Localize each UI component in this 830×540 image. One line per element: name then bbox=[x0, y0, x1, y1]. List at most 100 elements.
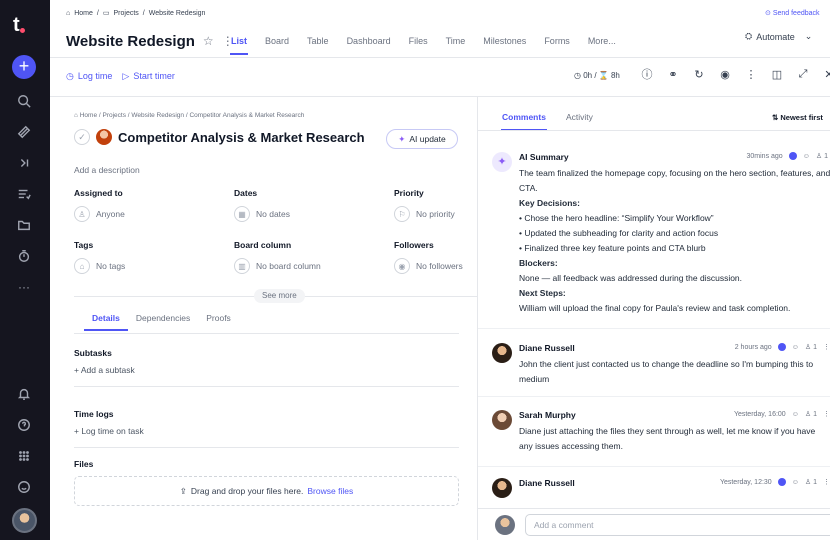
flag-icon: ⚐ bbox=[394, 206, 410, 222]
folder-icon[interactable] bbox=[15, 216, 33, 234]
assignee-field[interactable]: ♙ Anyone bbox=[74, 206, 125, 222]
status-dot bbox=[777, 343, 786, 351]
assignee-count[interactable]: ♙ 1 bbox=[805, 410, 817, 418]
tab-files[interactable]: Files bbox=[400, 27, 437, 55]
assignee-count[interactable]: ♙ 1 bbox=[805, 343, 817, 351]
breadcrumb-projects[interactable]: Projects bbox=[114, 10, 139, 17]
tab-proofs[interactable]: Proofs bbox=[198, 313, 239, 331]
timer-icon[interactable] bbox=[15, 247, 33, 265]
ai-summary-title: AI Summary bbox=[519, 152, 569, 162]
breadcrumb: ⌂ Home / ▭ Projects / Website Redesign bbox=[66, 9, 206, 18]
user-avatar[interactable] bbox=[12, 508, 37, 533]
emoji-icon[interactable]: ☺ bbox=[792, 479, 799, 486]
tags-label: Tags bbox=[74, 240, 94, 250]
breadcrumb-home[interactable]: Home bbox=[74, 10, 93, 17]
tab-dashboard[interactable]: Dashboard bbox=[338, 27, 400, 55]
more-icon[interactable]: ··· bbox=[15, 278, 33, 296]
tab-more[interactable]: More... bbox=[579, 27, 625, 55]
comment-author[interactable]: Diane Russell bbox=[519, 343, 575, 353]
refresh-icon[interactable]: ↻ bbox=[692, 66, 706, 82]
add-icon[interactable]: + bbox=[12, 55, 36, 79]
assignee-count[interactable]: ♙ 1 bbox=[805, 478, 817, 486]
task-title[interactable]: Competitor Analysis & Market Research bbox=[118, 130, 365, 145]
kebab-icon[interactable]: ⋮ bbox=[744, 66, 758, 82]
status-dot bbox=[788, 152, 797, 160]
app-logo[interactable]: t bbox=[13, 14, 25, 37]
decisions-title: Key Decisions: bbox=[519, 198, 580, 208]
user-icon: ♙ bbox=[74, 206, 90, 222]
plus-icon: + bbox=[74, 365, 81, 375]
dates-field[interactable]: ▦ No dates bbox=[234, 206, 290, 222]
kebab-icon[interactable]: ⋮ bbox=[823, 410, 830, 418]
play-icon: ▷ bbox=[122, 70, 130, 81]
bell-icon[interactable] bbox=[15, 385, 33, 403]
blockers-text: None — all feedback was addressed during… bbox=[519, 273, 743, 283]
comment-composer: Add a comment bbox=[478, 508, 830, 540]
collapse-icon[interactable] bbox=[15, 154, 33, 172]
apps-grid-icon[interactable] bbox=[15, 447, 33, 465]
log-time-button[interactable]: ◷ Log time bbox=[66, 71, 112, 82]
rocket-icon[interactable] bbox=[15, 123, 33, 141]
emoji-icon[interactable]: ☺ bbox=[792, 411, 799, 418]
tab-forms[interactable]: Forms bbox=[535, 27, 579, 55]
tab-milestones[interactable]: Milestones bbox=[474, 27, 535, 55]
comment-input[interactable]: Add a comment bbox=[525, 514, 830, 536]
eye-icon[interactable]: ◉ bbox=[718, 66, 732, 82]
automate-button[interactable]: ⛭ Automate ⌄ bbox=[745, 31, 812, 42]
blockers-title: Blockers: bbox=[519, 258, 558, 268]
ai-update-button[interactable]: ✦ AI update bbox=[386, 129, 458, 149]
board-column-field[interactable]: ▥ No board column bbox=[234, 258, 321, 274]
tags-field[interactable]: ⌂ No tags bbox=[74, 258, 125, 274]
tab-activity[interactable]: Activity bbox=[566, 112, 593, 131]
tab-table[interactable]: Table bbox=[298, 27, 338, 55]
kebab-icon[interactable]: ⋮ bbox=[823, 478, 830, 486]
browse-files-link[interactable]: Browse files bbox=[307, 486, 353, 496]
add-description[interactable]: Add a description bbox=[74, 165, 140, 175]
priority-field[interactable]: ⚐ No priority bbox=[394, 206, 455, 222]
start-timer-button[interactable]: ▷ Start timer bbox=[122, 71, 174, 82]
tab-comments[interactable]: Comments bbox=[501, 112, 547, 131]
decision-item: • Updated the subheading for clarity and… bbox=[519, 228, 719, 238]
expand-icon[interactable]: ⤢ bbox=[796, 66, 810, 82]
project-title: Website Redesign bbox=[66, 32, 195, 50]
info-icon[interactable]: ⓘ bbox=[640, 66, 654, 82]
see-more-button[interactable]: See more bbox=[254, 289, 305, 303]
avatar bbox=[492, 410, 512, 430]
followers-field[interactable]: ◉ No followers bbox=[394, 258, 463, 274]
folder-icon: ▭ bbox=[102, 10, 110, 17]
breadcrumb-current[interactable]: Website Redesign bbox=[149, 10, 206, 17]
panel-icon[interactable]: ◫ bbox=[770, 66, 784, 82]
ai-summary: ✦ AI Summary 30mins ago ☺ ♙ 1 The team f… bbox=[492, 152, 830, 313]
comment-time: 30mins ago bbox=[746, 152, 783, 160]
close-icon[interactable]: ✕ bbox=[822, 66, 830, 82]
tab-board[interactable]: Board bbox=[256, 27, 298, 55]
star-icon[interactable]: ☆ bbox=[203, 34, 214, 48]
sort-dropdown[interactable]: ⇅ Newest first bbox=[772, 113, 823, 122]
tab-time[interactable]: Time bbox=[437, 27, 475, 55]
view-tabs: List Board Table Dashboard Files Time Mi… bbox=[222, 27, 625, 55]
emoji-icon[interactable]: ☺ bbox=[803, 153, 810, 160]
link-icon[interactable]: ⚭ bbox=[666, 66, 680, 82]
assignee-count[interactable]: ♙ 1 bbox=[816, 152, 828, 160]
help-icon[interactable] bbox=[15, 416, 33, 434]
eye-icon: ◉ bbox=[394, 258, 410, 274]
priority-label: Priority bbox=[394, 188, 424, 198]
kebab-icon[interactable]: ⋮ bbox=[823, 343, 830, 351]
clock-icon: ◷ bbox=[66, 70, 74, 81]
tab-dependencies[interactable]: Dependencies bbox=[128, 313, 198, 331]
tab-details[interactable]: Details bbox=[84, 313, 128, 331]
add-subtask-button[interactable]: + Add a subtask bbox=[74, 365, 135, 375]
log-time-on-task-button[interactable]: + Log time on task bbox=[74, 426, 144, 436]
task-breadcrumb: ⌂ Home / Projects / Website Redesign / C… bbox=[74, 112, 305, 119]
send-feedback-link[interactable]: ⊙ Send feedback bbox=[765, 9, 820, 17]
calendar-icon: ▦ bbox=[234, 206, 250, 222]
search-icon[interactable] bbox=[15, 92, 33, 110]
comment-author[interactable]: Diane Russell bbox=[519, 478, 575, 488]
complete-task-checkbox[interactable]: ✓ bbox=[74, 129, 90, 145]
file-dropzone[interactable]: ⇪ Drag and drop your files here. Browse … bbox=[74, 476, 459, 506]
tab-list[interactable]: List bbox=[222, 27, 256, 55]
list-icon[interactable] bbox=[15, 185, 33, 203]
chat-icon[interactable] bbox=[15, 478, 33, 496]
emoji-icon[interactable]: ☺ bbox=[792, 344, 799, 351]
comment-author[interactable]: Sarah Murphy bbox=[519, 410, 576, 420]
